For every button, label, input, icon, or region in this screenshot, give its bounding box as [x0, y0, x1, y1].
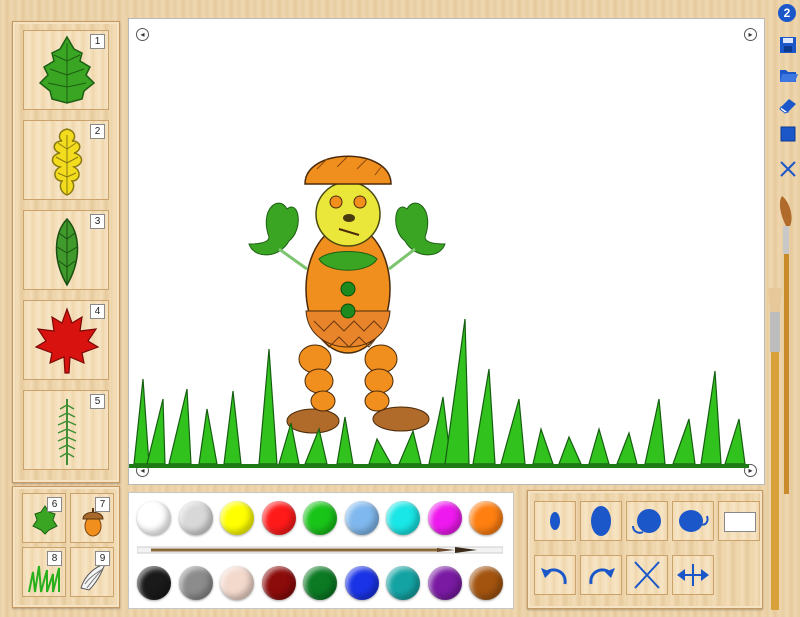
color-swatch[interactable]: [427, 501, 462, 535]
small-brush-size-icon: [550, 512, 560, 530]
paintbrush-icon: [137, 546, 503, 554]
undo-arrow-icon: [541, 568, 567, 585]
new-page-icon: [780, 126, 796, 142]
leaf-stamp-5[interactable]: 5: [23, 390, 109, 470]
cross-delete-icon: [634, 561, 660, 589]
paintbrushes-decoration: [768, 196, 792, 610]
large-brush-size-icon: [591, 506, 611, 536]
color-preview-icon: [724, 512, 756, 532]
leaf-stamp-1[interactable]: 1: [23, 30, 109, 110]
undo-button[interactable]: [534, 555, 576, 595]
color-swatch[interactable]: [469, 566, 503, 600]
rotate-left-shape-icon: [632, 509, 661, 534]
color-swatch[interactable]: [178, 566, 213, 600]
delete-button[interactable]: [626, 555, 668, 595]
color-swatch[interactable]: [427, 566, 462, 600]
color-swatch[interactable]: [178, 501, 213, 535]
small-stamp-6[interactable]: 6: [22, 493, 66, 543]
color-palette: [128, 492, 514, 609]
color-swatch[interactable]: [220, 566, 254, 600]
redo-button[interactable]: [580, 555, 622, 595]
close-button[interactable]: [777, 158, 799, 180]
color-swatch[interactable]: [220, 501, 254, 535]
small-brush-size-button[interactable]: [534, 501, 576, 541]
stamp-number: 1: [90, 34, 105, 49]
eraser-icon: [779, 99, 796, 114]
color-swatch[interactable]: [137, 566, 171, 600]
color-swatch[interactable]: [137, 501, 171, 535]
flip-horizontal-icon: [677, 564, 709, 586]
color-swatch[interactable]: [261, 501, 296, 535]
small-stamp-8[interactable]: 8: [22, 547, 66, 597]
leaf-stamp-3[interactable]: 3: [23, 210, 109, 290]
stamp-number: 8: [47, 551, 62, 566]
save-icon: [780, 37, 796, 53]
color-swatch[interactable]: [386, 501, 420, 535]
stamp-number: 3: [90, 214, 105, 229]
redo-arrow-icon: [589, 568, 615, 585]
stamp-number: 2: [90, 124, 105, 139]
stamp-number: 4: [90, 304, 105, 319]
small-stamp-7[interactable]: 7: [70, 493, 114, 543]
leaf-stamp-2[interactable]: 2: [23, 120, 109, 200]
close-icon: [780, 161, 796, 177]
stamp-number: 6: [47, 497, 62, 512]
open-folder-icon: [780, 70, 798, 82]
leaf-stamp-panel: 1 2 3 4 5: [12, 21, 120, 483]
large-brush-size-button[interactable]: [580, 501, 622, 541]
color-preview: [718, 501, 760, 541]
leaf-stamp-4[interactable]: 4: [23, 300, 109, 380]
color-swatch[interactable]: [386, 566, 420, 600]
leaf-figure-drawing: [129, 155, 749, 468]
eraser-button[interactable]: [777, 93, 799, 115]
small-stamp-9[interactable]: 9: [70, 547, 114, 597]
stamp-number: 9: [95, 551, 110, 566]
color-swatch[interactable]: [469, 501, 503, 535]
color-swatch[interactable]: [303, 566, 337, 600]
tool-panel: [527, 490, 763, 609]
stamp-number: 5: [90, 394, 105, 409]
stamp-number: 7: [95, 497, 110, 512]
drawing-canvas[interactable]: ◂ ▸ ◂ ▸: [128, 18, 765, 485]
help-badge[interactable]: 2: [778, 4, 796, 22]
flip-button[interactable]: [672, 555, 714, 595]
color-swatch[interactable]: [261, 566, 296, 600]
color-swatch[interactable]: [344, 566, 379, 600]
small-stamp-panel: 6 7 8 9: [12, 486, 120, 608]
rotate-right-shape-icon: [679, 510, 709, 532]
rotate-left-shape-button[interactable]: [626, 501, 668, 541]
rotate-right-shape-button[interactable]: [672, 501, 714, 541]
color-swatch[interactable]: [344, 501, 379, 535]
color-swatch[interactable]: [303, 501, 337, 535]
open-button[interactable]: [777, 64, 799, 86]
new-page-button[interactable]: [777, 123, 799, 145]
save-button[interactable]: [777, 34, 799, 56]
